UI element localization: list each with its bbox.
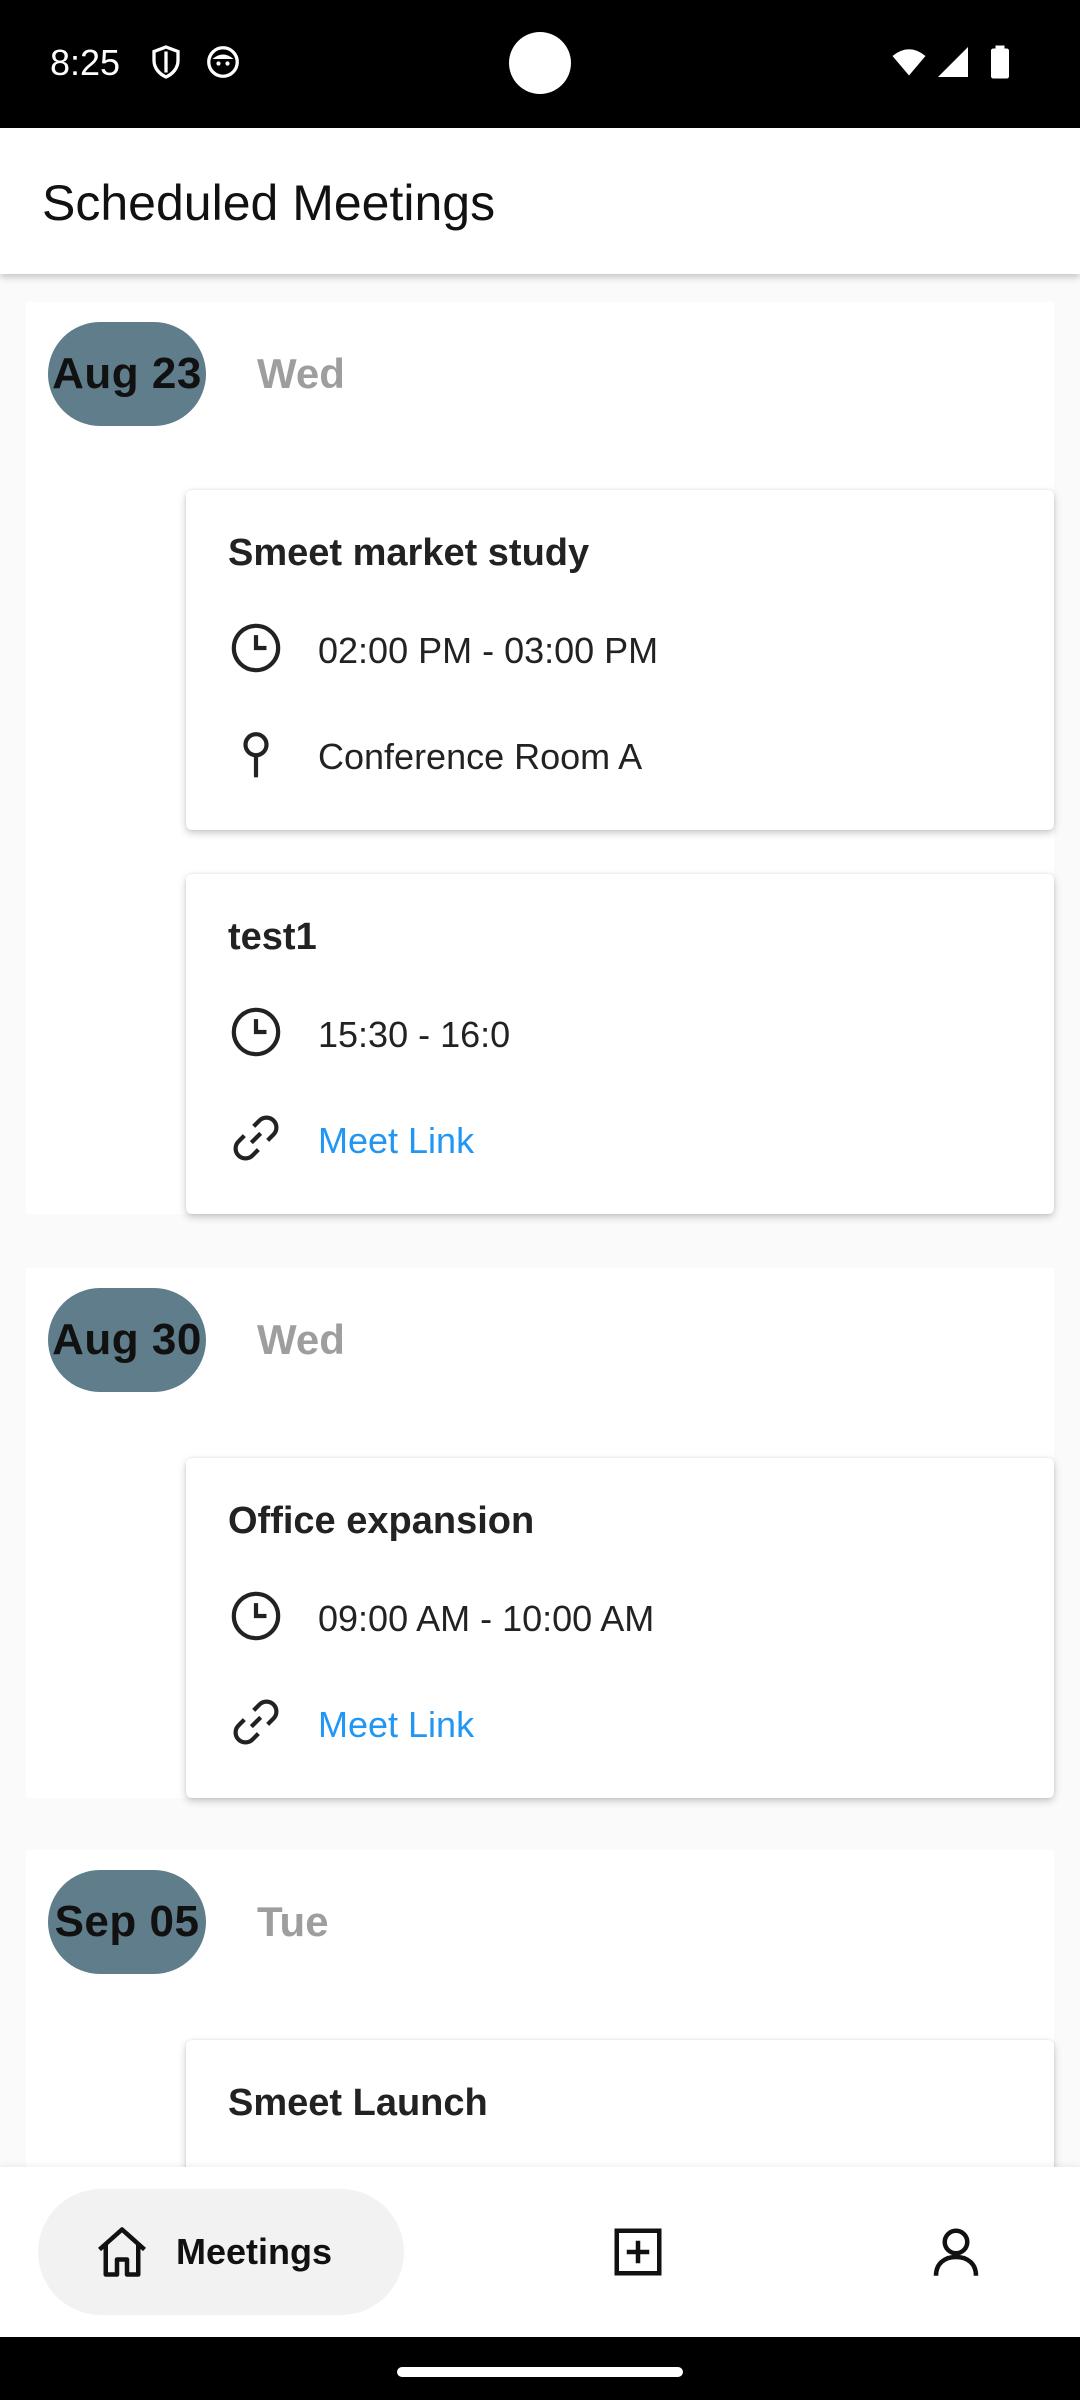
battery-icon bbox=[991, 45, 1009, 79]
pin-icon bbox=[243, 732, 269, 778]
status-bar: 8:25 bbox=[0, 0, 1080, 128]
meet-link[interactable]: Meet Link bbox=[318, 1120, 474, 1162]
link-icon bbox=[233, 1699, 279, 1745]
weekday-label: Wed bbox=[257, 1316, 345, 1363]
bottom-navigation: Meetings bbox=[0, 2167, 1080, 2337]
meeting-title: Smeet Launch bbox=[228, 2082, 488, 2124]
weekday-label: Wed bbox=[257, 350, 345, 397]
home-gesture-handle[interactable] bbox=[397, 2367, 683, 2377]
face-icon bbox=[207, 46, 239, 78]
meeting-title: Smeet market study bbox=[228, 532, 590, 574]
meeting-time: 09:00 AM - 10:00 AM bbox=[318, 1598, 655, 1639]
meeting-title: test1 bbox=[228, 916, 317, 958]
shield-icon bbox=[152, 45, 180, 79]
meeting-card[interactable]: Office expansion 09:00 AM - 10:00 AM Mee… bbox=[186, 1458, 1054, 1798]
wifi-icon bbox=[892, 49, 926, 76]
front-camera bbox=[509, 32, 571, 94]
app-bar: Scheduled Meetings bbox=[0, 128, 1080, 274]
day-group: Aug 30 Wed Office expansion 09:00 AM - 1… bbox=[26, 1268, 1054, 1798]
meeting-time: 02:00 PM - 03:00 PM bbox=[318, 630, 659, 671]
meeting-card[interactable]: Smeet market study 02:00 PM - 03:00 PM C… bbox=[186, 490, 1054, 830]
clock-icon bbox=[231, 1007, 281, 1057]
meeting-title: Office expansion bbox=[228, 1500, 535, 1542]
clock-icon bbox=[231, 1591, 281, 1641]
page-title: Scheduled Meetings bbox=[42, 175, 496, 231]
meetings-list[interactable]: Aug 23 Wed Smeet market study 02:00 PM -… bbox=[0, 274, 1080, 2167]
nav-meetings-tab[interactable]: Meetings bbox=[38, 2189, 404, 2315]
signal-icon bbox=[938, 47, 968, 77]
profile-icon[interactable] bbox=[926, 2222, 986, 2282]
weekday-label: Tue bbox=[257, 1898, 329, 1945]
home-icon bbox=[98, 2227, 146, 2277]
status-time: 8:25 bbox=[50, 42, 121, 83]
day-group: Sep 05 Tue Smeet Launch bbox=[26, 1850, 1054, 2167]
date-badge: Aug 23 bbox=[48, 322, 206, 426]
add-meeting-icon[interactable] bbox=[608, 2222, 668, 2282]
date-badge: Sep 05 bbox=[48, 1870, 206, 1974]
meeting-card[interactable]: test1 15:30 - 16:0 Meet Link bbox=[186, 874, 1054, 1214]
day-group: Aug 23 Wed Smeet market study 02:00 PM -… bbox=[26, 302, 1054, 1214]
meet-link[interactable]: Meet Link bbox=[318, 1704, 474, 1746]
meeting-card[interactable]: Smeet Launch bbox=[186, 2040, 1054, 2167]
meeting-time: 15:30 - 16:0 bbox=[318, 1014, 511, 1055]
date-badge: Aug 30 bbox=[48, 1288, 206, 1392]
clock-icon bbox=[231, 623, 281, 673]
link-icon bbox=[233, 1115, 279, 1161]
nav-meetings-label: Meetings bbox=[176, 2231, 333, 2272]
meeting-location: Conference Room A bbox=[318, 736, 643, 777]
gesture-bar bbox=[0, 2337, 1080, 2400]
